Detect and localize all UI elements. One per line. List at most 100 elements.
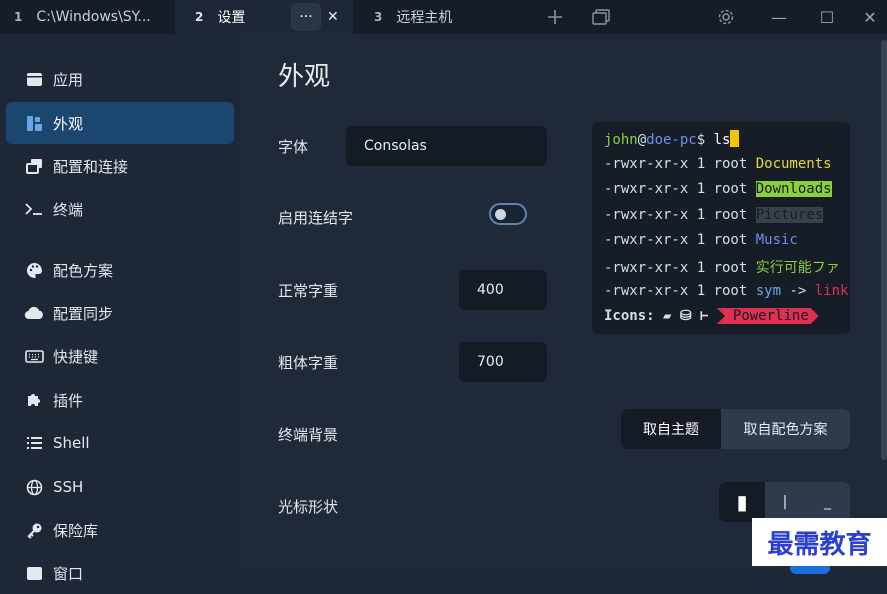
- sidebar-item-label: 应用: [53, 70, 84, 89]
- sidebar-item-label: 保险库: [53, 521, 99, 540]
- page-title: 外观: [278, 62, 331, 92]
- ls-row: -rwxr-xr-x 1 root Documents: [604, 156, 832, 172]
- cursor-beam-option[interactable]: |: [765, 482, 805, 522]
- puzzle-icon: [24, 390, 44, 410]
- tab-number: 2: [195, 10, 204, 24]
- normal-weight-input[interactable]: 400: [459, 270, 547, 310]
- gear-icon[interactable]: [709, 0, 743, 34]
- font-label: 字体: [278, 138, 309, 156]
- ls-file: Pictures: [755, 207, 824, 223]
- ls-arrow: ->: [781, 283, 815, 299]
- keyboard-icon: [24, 346, 44, 366]
- terminal-background-label: 终端背景: [278, 426, 339, 444]
- icons-row: Icons: ▰ ⛁ ⊢ Powerline: [604, 308, 819, 324]
- sidebar-item-label: 插件: [53, 391, 84, 410]
- prompt-line: john@doe-pc$ ls: [604, 130, 740, 148]
- sidebar-item-label: Shell: [53, 434, 90, 452]
- terminal-preview: john@doe-pc$ ls -rwxr-xr-x 1 root Docume…: [592, 122, 850, 334]
- terminal-cursor: [730, 130, 740, 147]
- bg-from-theme-option[interactable]: 取自主题: [621, 409, 721, 449]
- tab-label: 远程主机: [396, 10, 453, 26]
- ls-perm: -rwxr-xr-x 1 root: [604, 181, 756, 197]
- sidebar-item-label: 配色方案: [53, 261, 114, 280]
- tab-remote[interactable]: 3 远程主机: [354, 0, 524, 34]
- powerline-segment: Powerline: [716, 308, 819, 324]
- bold-weight-label: 粗体字重: [278, 354, 339, 372]
- window-icon: [24, 563, 44, 583]
- cloud-icon: [24, 303, 44, 323]
- sidebar-item-vault[interactable]: 保险库: [6, 509, 234, 551]
- windows-stack-icon: [24, 156, 44, 176]
- scrollbar[interactable]: [881, 40, 887, 460]
- ls-row: -rwxr-xr-x 1 root Music: [604, 232, 798, 248]
- globe-icon: [24, 477, 44, 497]
- sidebar-item-appearance[interactable]: 外观: [6, 102, 234, 144]
- key-icon: [24, 520, 44, 540]
- sidebar-item-label: 快捷键: [53, 347, 99, 366]
- tab-settings[interactable]: 2 设置 ··· ✕: [175, 0, 353, 34]
- sidebar-item-shell[interactable]: Shell: [6, 422, 234, 464]
- sidebar-item-label: 配置和连接: [53, 157, 129, 176]
- sidebar-item-ssh[interactable]: SSH: [6, 466, 234, 508]
- sidebar-item-sync[interactable]: 配置同步: [6, 292, 234, 334]
- sidebar-item-window[interactable]: 窗口: [6, 552, 234, 594]
- ligatures-label: 启用连结字: [278, 209, 354, 227]
- ls-row: -rwxr-xr-x 1 root 实行可能ファ: [604, 257, 840, 277]
- tab-bar: 1 C:\Windows\SY... 2 设置 ··· ✕ 3 远程主机 — ☐…: [0, 0, 887, 34]
- ls-perm: -rwxr-xr-x 1 root: [604, 260, 756, 276]
- icons-glyphs: ▰ ⛁ ⊢: [654, 308, 717, 324]
- tab-number: 1: [14, 10, 23, 24]
- toggle-knob: [495, 209, 506, 220]
- terminal-icon: [24, 199, 44, 219]
- sidebar-item-label: 终端: [53, 200, 84, 219]
- paint-palette-icon: [24, 260, 44, 280]
- ls-perm: -rwxr-xr-x 1 root: [604, 283, 756, 299]
- ls-perm: -rwxr-xr-x 1 root: [604, 207, 756, 223]
- cursor-shape-selector: ▮ | _: [719, 482, 850, 522]
- palette-grid-icon: [24, 113, 44, 133]
- ls-row: -rwxr-xr-x 1 root Pictures: [604, 207, 824, 223]
- tab-label: 设置: [217, 10, 246, 26]
- ls-file: sym: [755, 283, 782, 299]
- sidebar-item-label: SSH: [53, 478, 84, 496]
- icons-label: Icons:: [604, 308, 655, 324]
- window-list-icon[interactable]: [584, 0, 618, 34]
- sidebar-item-hotkeys[interactable]: 快捷键: [6, 335, 234, 377]
- sidebar-item-label: 窗口: [53, 564, 84, 583]
- cursor-underline-option[interactable]: _: [805, 482, 850, 522]
- ls-row: -rwxr-xr-x 1 root Downloads: [604, 181, 832, 197]
- tab-close-button[interactable]: ✕: [327, 0, 339, 34]
- ls-perm: -rwxr-xr-x 1 root: [604, 156, 756, 172]
- ls-perm: -rwxr-xr-x 1 root: [604, 232, 756, 248]
- new-tab-icon[interactable]: [538, 0, 572, 34]
- ls-file: link: [814, 283, 849, 299]
- sidebar-item-app[interactable]: 应用: [6, 58, 234, 100]
- tab-menu-button[interactable]: ···: [291, 3, 321, 31]
- sidebar-item-label: 外观: [53, 114, 84, 133]
- sidebar-item-plugins[interactable]: 插件: [6, 379, 234, 421]
- ligatures-toggle[interactable]: [489, 203, 527, 225]
- prompt-host: doe-pc: [646, 132, 697, 148]
- cursor-block-option[interactable]: ▮: [719, 482, 765, 522]
- normal-weight-label: 正常字重: [278, 282, 339, 300]
- prompt-symbol: $: [696, 132, 714, 148]
- sidebar-item-color-scheme[interactable]: 配色方案: [6, 249, 234, 291]
- sidebar-item-profiles[interactable]: 配置和连接: [6, 145, 234, 187]
- ls-file: 实行可能ファ: [755, 260, 840, 276]
- ls-file: Music: [755, 232, 798, 248]
- background-source-selector: 取自主题 取自配色方案: [621, 409, 850, 449]
- ls-row: -rwxr-xr-x 1 root sym -> link: [604, 283, 848, 299]
- tab-cmd[interactable]: 1 C:\Windows\SY...: [0, 0, 174, 34]
- close-window-button[interactable]: ✕: [853, 0, 887, 34]
- maximize-button[interactable]: ☐: [810, 0, 844, 34]
- list-icon: [24, 433, 44, 453]
- window-icon: [24, 69, 44, 89]
- font-input[interactable]: Consolas: [346, 126, 547, 166]
- sidebar-item-label: 配置同步: [53, 304, 114, 323]
- minimize-button[interactable]: —: [762, 0, 796, 34]
- ls-file: Downloads: [755, 181, 832, 197]
- bold-weight-input[interactable]: 700: [459, 342, 547, 382]
- bg-from-scheme-option[interactable]: 取自配色方案: [721, 409, 850, 449]
- cursor-shape-label: 光标形状: [278, 498, 339, 516]
- sidebar-item-terminal[interactable]: 终端: [6, 188, 234, 230]
